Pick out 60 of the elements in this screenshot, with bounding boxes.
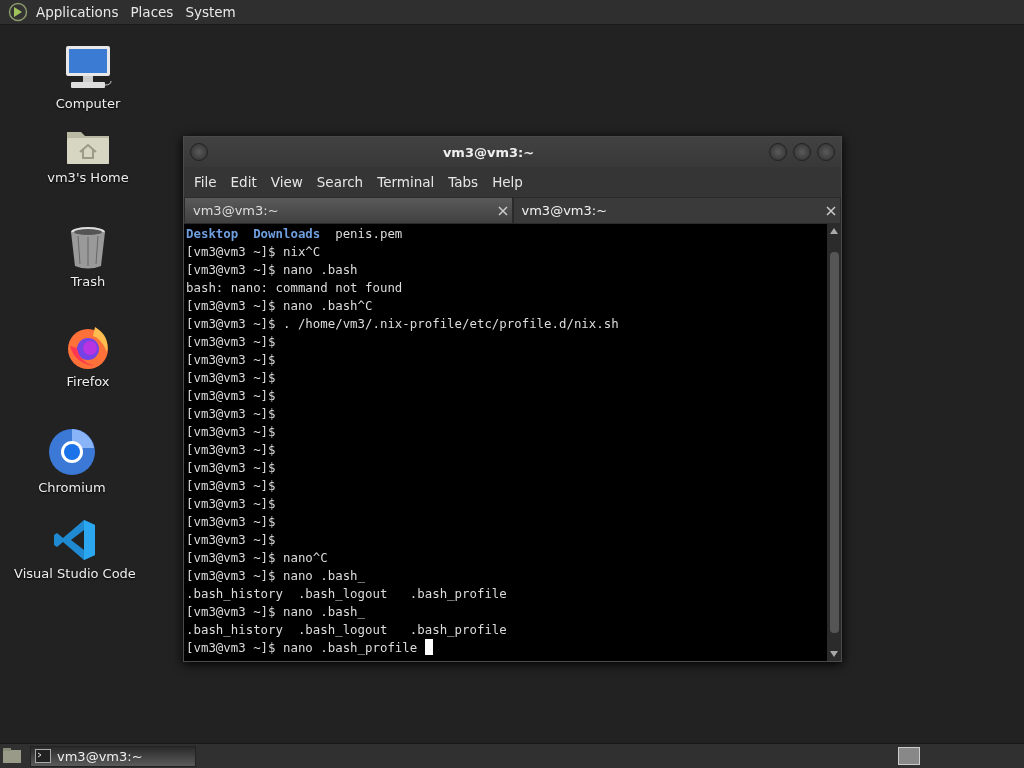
menu-item[interactable]: View [264, 174, 309, 190]
terminal-line: .bash_history .bash_logout .bash_profile [186, 621, 508, 639]
menu-item[interactable]: Edit [224, 174, 263, 190]
terminal-line: [vm3@vm3 ~]$ . /home/vm3/.nix-profile/etc/profile.d/nix.sh [186, 315, 620, 333]
scrollbar[interactable] [827, 224, 841, 661]
terminal-icon [35, 749, 51, 763]
terminal-line: [vm3@vm3 ~]$ [186, 459, 277, 477]
terminal-line: [vm3@vm3 ~]$ nano .bash_ [186, 603, 367, 621]
terminal-line: [vm3@vm3 ~]$ [186, 423, 277, 441]
taskbar-button[interactable]: vm3@vm3:~ [30, 745, 196, 767]
terminal-line: bash: nano: command not found [186, 279, 404, 297]
scroll-up-icon[interactable] [830, 227, 838, 235]
directory-name: Downloads [253, 225, 321, 243]
close-tab-icon[interactable] [826, 205, 836, 216]
terminal-line: [vm3@vm3 ~]$ [186, 477, 277, 495]
desktop-icon-label[interactable]: Chromium [38, 480, 106, 495]
terminal-line: [vm3@vm3 ~]$ [186, 369, 277, 387]
terminal-line: [vm3@vm3 ~]$ [186, 351, 277, 369]
file-name: penis.pem [335, 225, 403, 243]
menu-item[interactable]: File [188, 174, 223, 190]
directory-name: Desktop [186, 225, 239, 243]
menu-item[interactable]: Terminal [371, 174, 441, 190]
terminal-line: [vm3@vm3 ~]$ [186, 531, 277, 549]
chromium-icon [48, 428, 96, 476]
panel-menu[interactable]: Places [126, 4, 178, 20]
firefox-icon [65, 324, 111, 370]
terminal-tab[interactable]: vm3@vm3:~ [512, 197, 841, 224]
logo-icon[interactable] [8, 2, 28, 22]
text-cursor [424, 639, 433, 655]
desktop-icon-label[interactable]: Computer [55, 96, 121, 111]
desktop-icon-label[interactable]: Trash [70, 274, 106, 289]
terminal-line: [vm3@vm3 ~]$ [186, 441, 277, 459]
scroll-down-icon[interactable] [830, 650, 838, 658]
vscode-icon [53, 518, 97, 562]
panel-menu[interactable]: Applications [32, 4, 123, 20]
desktop-icon-label[interactable]: vm3's Home [47, 170, 129, 185]
menu-item[interactable]: Search [310, 174, 370, 190]
trash-icon [69, 226, 107, 270]
terminal-line: [vm3@vm3 ~]$ nano .bash_profile [186, 639, 419, 657]
close-tab-icon[interactable] [497, 205, 508, 216]
workspace-switcher[interactable] [898, 747, 920, 765]
terminal-line: [vm3@vm3 ~]$ [186, 513, 277, 531]
desktop-icon-label[interactable]: Firefox [66, 374, 110, 389]
terminal-line: [vm3@vm3 ~]$ [186, 387, 277, 405]
menu-item[interactable]: Help [486, 174, 529, 190]
window-title: vm3@vm3:~ [442, 144, 535, 160]
terminal-line: [vm3@vm3 ~]$ nano^C [186, 549, 329, 567]
menu-item[interactable]: Tabs [442, 174, 485, 190]
terminal-line: [vm3@vm3 ~]$ nano .bash [186, 261, 359, 279]
terminal-line: [vm3@vm3 ~]$ nano .bash^C [186, 297, 374, 315]
terminal-line: [vm3@vm3 ~]$ [186, 333, 277, 351]
terminal-line: [vm3@vm3 ~]$ nano .bash_ [186, 567, 367, 585]
terminal-line: [vm3@vm3 ~]$ [186, 495, 277, 513]
terminal-line: .bash_history .bash_logout .bash_profile [186, 585, 508, 603]
terminal-line: [vm3@vm3 ~]$ nix^C [186, 243, 322, 261]
panel-menu[interactable]: System [181, 4, 240, 20]
terminal-line: [vm3@vm3 ~]$ [186, 405, 277, 423]
desktop-icon-label[interactable]: Visual Studio Code [14, 566, 136, 581]
show-desktop-icon[interactable] [2, 747, 22, 765]
terminal-tab[interactable]: vm3@vm3:~ [184, 197, 513, 224]
